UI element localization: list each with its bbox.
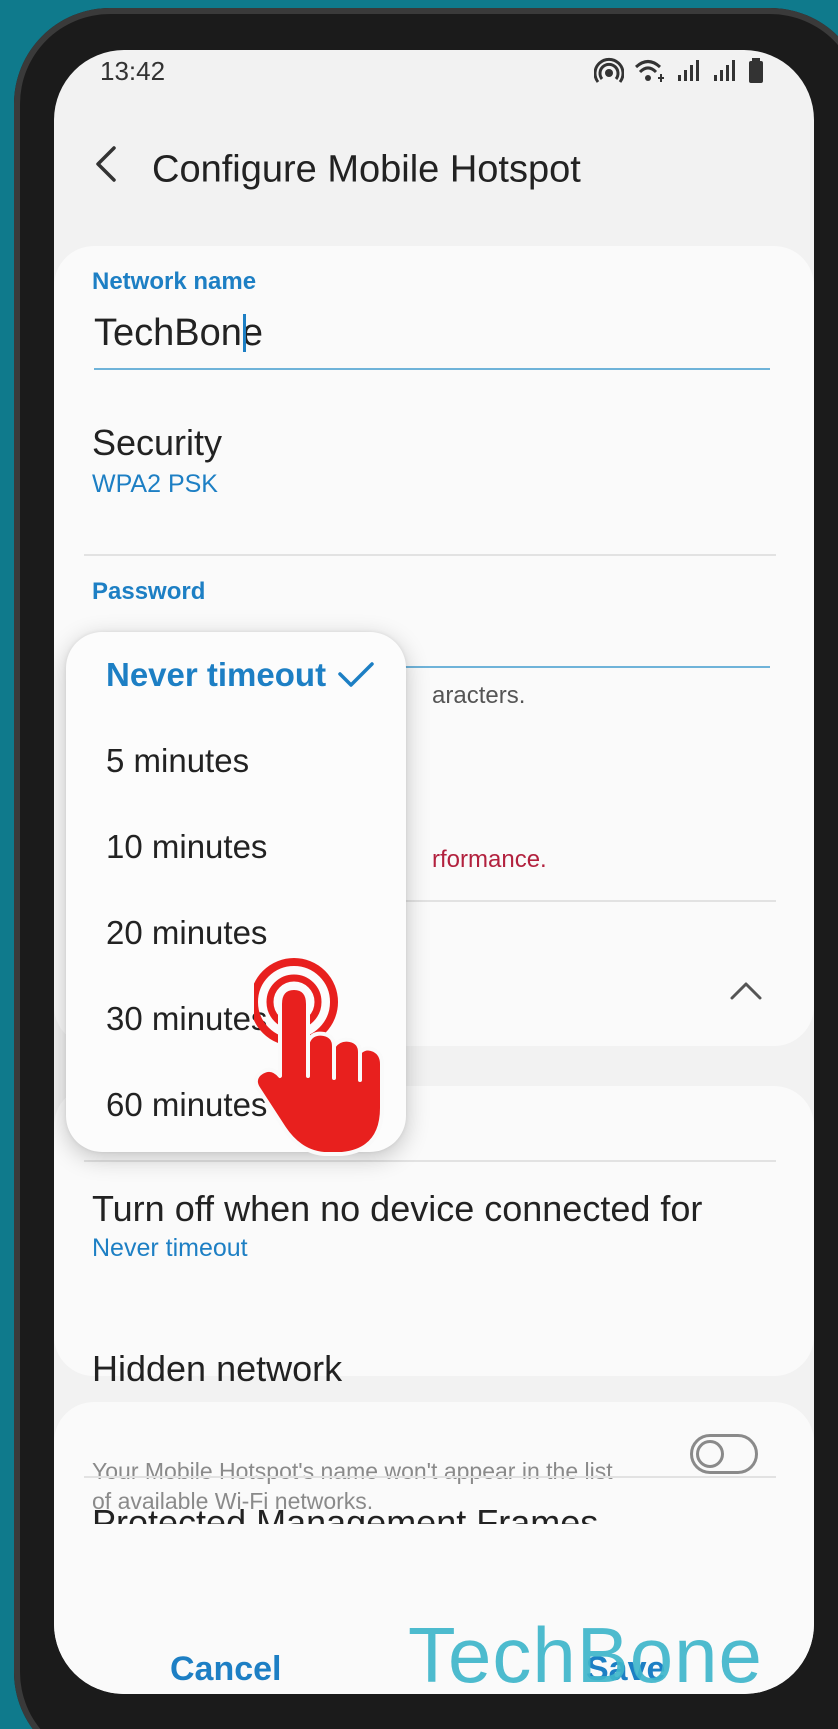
hotspot-icon <box>594 57 624 85</box>
turn-off-title: Turn off when no device connected for <box>92 1188 703 1229</box>
network-name-field[interactable]: TechBone <box>84 298 774 358</box>
status-time: 13:42 <box>100 56 166 86</box>
password-hint: aracters. <box>432 682 526 709</box>
wifi-icon <box>634 58 666 84</box>
header: Configure Mobile Hotspot <box>54 120 814 220</box>
watermark-logo: TechBone <box>408 1611 763 1694</box>
turn-off-value: Never timeout <box>92 1234 248 1262</box>
back-button[interactable] <box>84 134 128 194</box>
pmf-title: Protected Management Frames <box>92 1502 599 1524</box>
pmf-row[interactable]: Protected Management Frames <box>54 1490 814 1524</box>
security-row[interactable]: Security WPA2 PSK <box>54 400 814 510</box>
battery-icon <box>748 58 764 84</box>
dropdown-option[interactable]: 20 minutes <box>106 914 267 952</box>
divider <box>84 554 776 556</box>
dropdown-option[interactable]: 5 minutes <box>106 742 249 780</box>
network-name-underline <box>94 368 770 370</box>
signal-icon-2 <box>712 59 738 83</box>
signal-icon <box>676 59 702 83</box>
turn-off-row[interactable]: Turn off when no device connected for Ne… <box>54 1170 814 1280</box>
security-title: Security <box>92 422 223 463</box>
divider <box>84 1476 776 1478</box>
password-warning: rformance. <box>432 846 547 873</box>
dropdown-option[interactable]: 10 minutes <box>106 828 267 866</box>
screen: 13:42 Configure Mobile Hotspot Network n… <box>54 50 814 1694</box>
page-title: Configure Mobile Hotspot <box>152 148 581 191</box>
dropdown-option[interactable]: Never timeout <box>106 656 326 694</box>
back-arrow-icon <box>96 146 116 182</box>
divider <box>84 1160 776 1162</box>
dropdown-option[interactable]: 60 minutes <box>106 1086 267 1124</box>
network-name-value: TechBone <box>94 312 264 354</box>
hidden-network-toggle[interactable] <box>690 1434 758 1474</box>
status-icons <box>594 56 764 86</box>
cancel-button[interactable]: Cancel <box>170 1650 282 1689</box>
text-caret <box>243 314 246 352</box>
hidden-network-title: Hidden network <box>92 1348 343 1389</box>
password-label: Password <box>92 578 206 605</box>
toggle-knob <box>696 1440 724 1468</box>
collapse-button[interactable] <box>726 970 766 1010</box>
security-value: WPA2 PSK <box>92 470 218 498</box>
dropdown-option[interactable]: 30 minutes <box>106 1000 267 1038</box>
tap-hand-icon <box>250 958 404 1158</box>
check-icon <box>336 660 376 690</box>
network-name-label: Network name <box>92 268 257 295</box>
chevron-up-icon <box>730 982 762 1000</box>
status-bar: 13:42 <box>54 50 814 100</box>
